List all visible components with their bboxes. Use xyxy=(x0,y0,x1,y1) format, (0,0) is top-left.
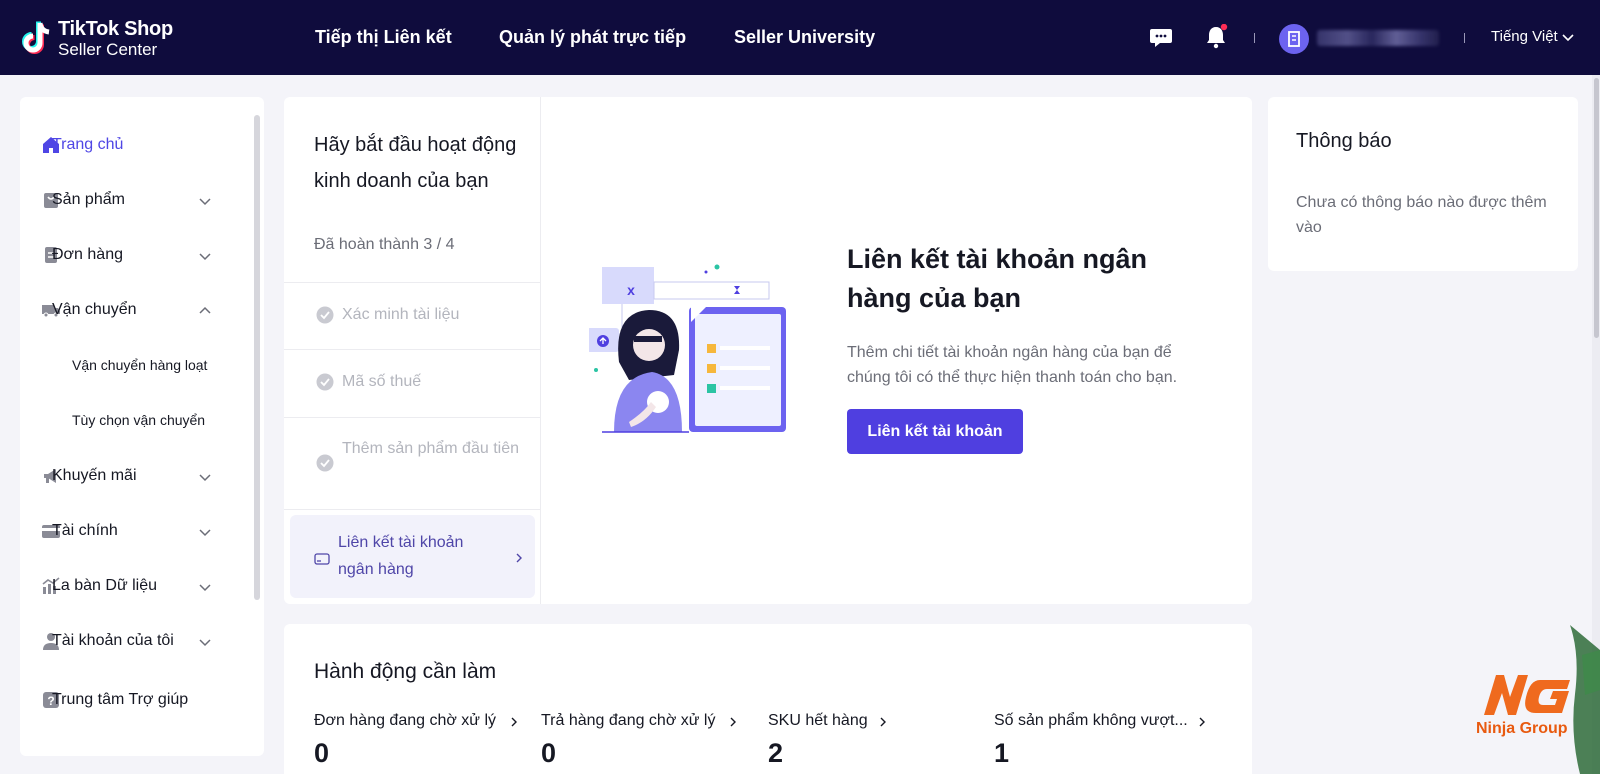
bell-icon[interactable] xyxy=(1203,24,1229,50)
onboarding-title: Hãy bắt đầu hoạt động kinh doanh của bạn xyxy=(314,134,517,192)
metric-label: SKU hết hàng xyxy=(768,712,868,729)
sidebar-label-my-account: Tài khoản của tôi xyxy=(52,632,174,649)
sidebar-subitem-bulk-shipping[interactable]: Vận chuyển hàng loạt xyxy=(72,357,207,373)
ninja-group-logo xyxy=(1484,625,1600,774)
sidebar-scrollbar[interactable] xyxy=(254,115,260,600)
metric-value: 0 xyxy=(314,738,330,768)
sidebar-label-orders: Đơn hàng xyxy=(52,246,123,263)
todo-actions-card: Hành động cần làm Đơn hàng đang chờ xử l… xyxy=(284,624,1252,774)
sidebar-label-help-center: Trung tâm Trợ giúp xyxy=(52,691,189,708)
sidebar-label-home: Trang chủ xyxy=(52,136,124,153)
language-selector[interactable]: Tiếng Việt xyxy=(1491,28,1558,45)
chevron-right-icon xyxy=(880,717,886,727)
username-redacted[interactable] xyxy=(1317,30,1439,46)
metric-label: Trả hàng đang chờ xử lý xyxy=(541,712,716,729)
chevron-right-icon xyxy=(1199,717,1205,727)
chevron-down-icon xyxy=(199,253,211,261)
chevron-down-icon xyxy=(199,198,211,206)
divider xyxy=(1464,33,1465,43)
store-icon xyxy=(1288,31,1300,47)
metric-label: Số sản phẩm không vượt... xyxy=(994,712,1188,729)
chevron-down-icon xyxy=(199,639,211,647)
nav-seller-university[interactable]: Seller University xyxy=(734,27,875,48)
chevron-right-icon xyxy=(511,717,517,727)
onboarding-progress: Đã hoàn thành 3 / 4 xyxy=(314,236,455,253)
chevron-right-icon xyxy=(730,717,736,727)
notifications-empty-text: Chưa có thông báo nào được thêm vào xyxy=(1296,194,1547,236)
divider xyxy=(284,417,541,418)
chevron-down-icon xyxy=(199,474,211,482)
metric-label: Đơn hàng đang chờ xử lý xyxy=(314,712,497,729)
step-label: Liên kết tài khoản ngân hàng xyxy=(338,534,464,578)
divider xyxy=(284,282,541,283)
chevron-down-icon[interactable] xyxy=(1561,30,1575,44)
metric-value: 1 xyxy=(994,738,1010,768)
notifications-card: Thông báo Chưa có thông báo nào được thê… xyxy=(1268,97,1578,271)
metric-value: 0 xyxy=(541,738,557,768)
sidebar-label-data-compass: La bàn Dữ liệu xyxy=(52,577,157,594)
chat-icon[interactable] xyxy=(1148,24,1174,50)
metric-value: 2 xyxy=(768,738,784,768)
onboarding-steps: Hãy bắt đầu hoạt động kinh doanh của bạn… xyxy=(284,97,541,604)
chevron-right-icon xyxy=(516,553,522,563)
step-label: Thêm sản phẩm đầu tiên xyxy=(342,440,519,457)
brand-line-1: TikTok Shop xyxy=(58,18,173,40)
nav-live-management[interactable]: Quản lý phát trực tiếp xyxy=(499,27,686,48)
onboarding-card: Hãy bắt đầu hoạt động kinh doanh của bạn… xyxy=(284,97,1252,604)
sidebar-label-shipping: Vận chuyển xyxy=(52,301,137,318)
bank-link-title: Liên kết tài khoản ngân hàng của bạn xyxy=(847,244,1148,313)
sidebar-label-finance: Tài chính xyxy=(52,522,118,539)
check-circle-icon xyxy=(316,454,334,472)
tiktok-shop-logo[interactable]: TikTok Shop Seller Center xyxy=(18,16,193,60)
sidebar-label-promotions: Khuyến mãi xyxy=(52,467,137,484)
step-label: Xác minh tài liệu xyxy=(342,306,460,323)
chevron-down-icon xyxy=(199,584,211,592)
chevron-down-icon xyxy=(199,529,211,537)
check-circle-icon xyxy=(316,306,334,324)
bank-link-description: Thêm chi tiết tài khoản ngân hàng của bạ… xyxy=(847,344,1178,386)
sidebar-label-products: Sản phẩm xyxy=(52,191,125,208)
top-bar: TikTok Shop Seller Center Tiếp thị Liên … xyxy=(0,0,1600,75)
bank-account-illustration: x xyxy=(589,264,786,433)
tiktok-logo-icon xyxy=(22,21,50,54)
chevron-up-icon xyxy=(199,306,211,314)
shop-avatar[interactable] xyxy=(1279,24,1309,54)
watermark-text: Ninja Group xyxy=(1476,720,1568,737)
sidebar-subitem-shipping-options[interactable]: Tùy chọn vận chuyển xyxy=(72,412,205,428)
divider xyxy=(284,509,541,510)
bank-card-icon xyxy=(314,553,330,565)
divider xyxy=(1254,33,1255,43)
page-scrollbar-thumb[interactable] xyxy=(1594,78,1599,338)
step-label: Mã số thuế xyxy=(342,373,422,390)
svg-text:x: x xyxy=(627,282,635,298)
nav-affiliate[interactable]: Tiếp thị Liên kết xyxy=(315,27,452,48)
todo-actions-title: Hành động cần làm xyxy=(314,660,497,683)
brand-line-2: Seller Center xyxy=(58,40,158,59)
divider xyxy=(284,349,541,350)
notifications-title: Thông báo xyxy=(1296,130,1392,152)
link-account-button[interactable]: Liên kết tài khoản xyxy=(847,409,1023,454)
check-circle-icon xyxy=(316,373,334,391)
